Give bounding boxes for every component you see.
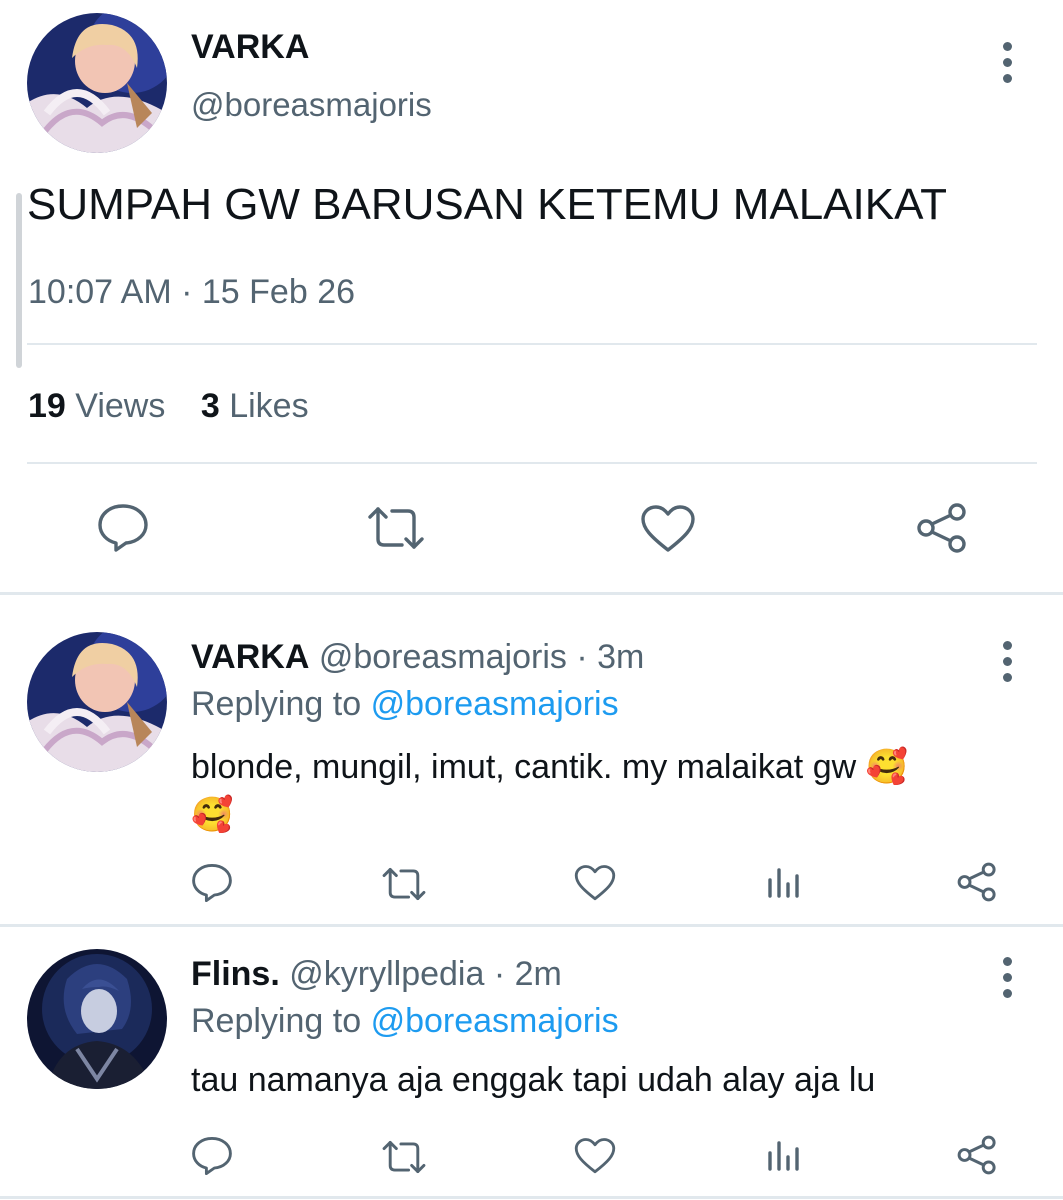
divider <box>0 592 1063 595</box>
retweet-icon[interactable] <box>381 1139 427 1175</box>
divider <box>0 1196 1063 1199</box>
reply-text-line: blonde, mungil, imut, cantik. my malaika… <box>191 748 908 786</box>
reply-text: tau namanya aja enggak tapi udah alay aj… <box>191 1061 876 1099</box>
share-icon[interactable] <box>915 502 969 554</box>
reply-text-line: 🥰 <box>191 796 234 834</box>
tweet-time: 10:07 AM <box>28 273 172 311</box>
reply-time: 3m <box>597 638 645 676</box>
likes-label: Likes <box>229 387 309 425</box>
reply-time: 2m <box>514 955 562 993</box>
views-stat[interactable]: 19 Views <box>28 387 175 425</box>
reply-text: blonde, mungil, imut, cantik. my malaika… <box>191 743 1011 839</box>
views-icon[interactable] <box>766 866 802 900</box>
views-count: 19 <box>28 387 66 425</box>
separator: · <box>576 638 588 676</box>
reply-header: VARKA @boreasmajoris · 3m <box>191 638 644 677</box>
display-name[interactable]: VARKA <box>191 638 309 676</box>
more-icon[interactable] <box>999 957 1015 998</box>
share-icon[interactable] <box>956 861 998 903</box>
views-label: Views <box>75 387 166 425</box>
replying-to: Replying to @boreasmajoris <box>191 1002 619 1041</box>
divider <box>27 462 1037 464</box>
tweet-timestamp: 10:07 AM · 15 Feb 26 <box>28 273 355 312</box>
handle[interactable]: @boreasmajoris <box>319 638 567 676</box>
replying-prefix: Replying to <box>191 685 362 723</box>
avatar[interactable] <box>27 632 167 772</box>
replying-to-link[interactable]: @boreasmajoris <box>371 685 619 723</box>
display-name[interactable]: Flins. <box>191 955 280 993</box>
heart-icon[interactable] <box>574 1137 616 1175</box>
retweet-icon[interactable] <box>381 866 427 902</box>
divider <box>27 343 1037 345</box>
more-icon[interactable] <box>999 641 1015 682</box>
divider <box>0 924 1063 927</box>
share-icon[interactable] <box>956 1134 998 1176</box>
likes-count: 3 <box>200 387 220 425</box>
reply-icon[interactable] <box>191 863 233 903</box>
likes-stat[interactable]: 3 Likes <box>201 387 309 425</box>
handle[interactable]: @boreasmajoris <box>191 86 432 124</box>
retweet-icon[interactable] <box>366 505 426 551</box>
scrollbar[interactable] <box>16 193 22 368</box>
views-icon[interactable] <box>766 1139 802 1173</box>
heart-icon[interactable] <box>640 504 696 554</box>
avatar[interactable] <box>27 13 167 153</box>
separator: · <box>493 955 506 993</box>
replying-to-link[interactable]: @boreasmajoris <box>371 1002 619 1040</box>
more-icon[interactable] <box>999 42 1015 83</box>
replying-to: Replying to @boreasmajoris <box>191 685 619 724</box>
tweet-date: 15 Feb 26 <box>201 273 356 311</box>
reply-icon[interactable] <box>191 1136 233 1176</box>
avatar[interactable] <box>27 949 167 1089</box>
handle[interactable]: @kyryllpedia <box>289 955 484 993</box>
tweet-stats: 19 Views 3 Likes <box>28 387 309 426</box>
tweet-text: SUMPAH GW BARUSAN KETEMU MALAIKAT <box>27 180 948 229</box>
separator: · <box>181 273 193 311</box>
heart-icon[interactable] <box>574 864 616 902</box>
display-name[interactable]: VARKA <box>191 28 309 67</box>
replying-prefix: Replying to <box>191 1002 362 1040</box>
reply-header: Flins. @kyryllpedia · 2m <box>191 955 562 994</box>
reply-icon[interactable] <box>97 503 149 553</box>
